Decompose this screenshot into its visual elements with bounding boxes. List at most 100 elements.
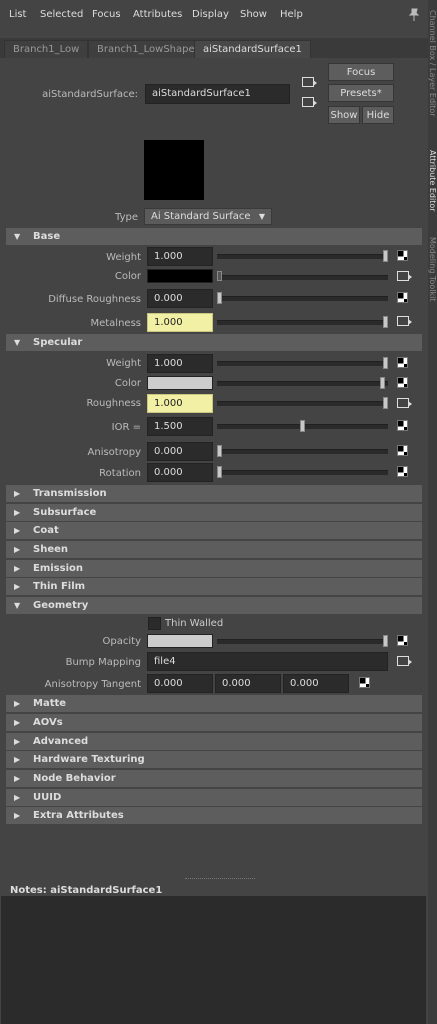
map-texture-icon[interactable] bbox=[397, 357, 408, 368]
map-texture-icon[interactable] bbox=[397, 466, 408, 477]
specular-roughness-field[interactable]: 1.000 bbox=[147, 394, 213, 413]
diffuse-roughness-slider-handle[interactable] bbox=[217, 292, 222, 304]
menu-selected[interactable]: Selected bbox=[40, 9, 83, 20]
menu-display[interactable]: Display bbox=[192, 9, 229, 20]
specular-weight-slider[interactable] bbox=[217, 361, 388, 366]
show-button[interactable]: Show bbox=[328, 106, 360, 124]
notes-textarea[interactable] bbox=[1, 896, 426, 1024]
anisotropy-field[interactable]: 0.000 bbox=[147, 442, 213, 461]
map-texture-icon[interactable] bbox=[397, 292, 408, 303]
hide-button[interactable]: Hide bbox=[362, 106, 394, 124]
pin-icon[interactable] bbox=[408, 8, 420, 22]
specular-weight-slider-handle[interactable] bbox=[383, 357, 388, 369]
specular-roughness-slider[interactable] bbox=[217, 401, 388, 406]
map-texture-icon[interactable] bbox=[397, 250, 408, 261]
anisotropy-tangent-z-field[interactable]: 0.000 bbox=[283, 674, 349, 693]
section-coat[interactable]: ▶ Coat bbox=[6, 522, 422, 539]
specular-roughness-label: Roughness bbox=[86, 398, 141, 409]
section-matte[interactable]: ▶ Matte bbox=[6, 695, 422, 712]
thin-walled-checkbox[interactable] bbox=[148, 617, 161, 630]
section-uuid[interactable]: ▶ UUID bbox=[6, 789, 422, 806]
metalness-slider[interactable] bbox=[217, 320, 388, 325]
base-weight-slider[interactable] bbox=[217, 254, 388, 259]
base-color-slider[interactable] bbox=[217, 275, 388, 280]
opacity-slider[interactable] bbox=[217, 639, 388, 644]
diffuse-roughness-field[interactable]: 0.000 bbox=[147, 289, 213, 308]
menu-bar: List Selected Focus Attributes Display S… bbox=[0, 0, 428, 32]
map-texture-icon[interactable] bbox=[397, 635, 408, 646]
presets-button[interactable]: Presets* bbox=[328, 84, 394, 102]
section-hardware-texturing[interactable]: ▶ Hardware Texturing bbox=[6, 751, 422, 768]
section-emission[interactable]: ▶ Emission bbox=[6, 560, 422, 577]
splitter-handle[interactable] bbox=[185, 878, 255, 879]
section-specular[interactable]: ▼ Specular bbox=[6, 334, 422, 351]
section-transmission[interactable]: ▶ Transmission bbox=[6, 485, 422, 502]
map-texture-icon[interactable] bbox=[397, 377, 408, 388]
menu-list[interactable]: List bbox=[9, 9, 26, 20]
section-node-behavior[interactable]: ▶ Node Behavior bbox=[6, 770, 422, 787]
ior-slider-handle[interactable] bbox=[300, 420, 305, 432]
base-weight-field[interactable]: 1.000 bbox=[147, 247, 213, 266]
base-color-swatch[interactable] bbox=[147, 269, 213, 283]
collapse-arrow-icon: ▼ bbox=[14, 601, 21, 610]
metalness-slider-handle[interactable] bbox=[383, 316, 388, 328]
specular-weight-field[interactable]: 1.000 bbox=[147, 354, 213, 373]
opacity-label: Opacity bbox=[102, 636, 141, 647]
metalness-field[interactable]: 1.000 bbox=[147, 313, 213, 332]
side-tab-attribute-editor[interactable]: Attribute Editor bbox=[428, 150, 437, 212]
input-connection-icon[interactable] bbox=[302, 77, 317, 87]
map-texture-icon[interactable] bbox=[359, 677, 370, 688]
map-connection-icon[interactable] bbox=[397, 656, 412, 666]
focus-button[interactable]: Focus bbox=[328, 63, 394, 81]
specular-color-swatch[interactable] bbox=[147, 376, 213, 390]
section-thin-film[interactable]: ▶ Thin Film bbox=[6, 578, 422, 595]
side-tab-modeling-toolkit[interactable]: Modeling Toolkit bbox=[428, 237, 437, 301]
tab-branch1-lowshape[interactable]: Branch1_LowShape bbox=[88, 40, 204, 58]
expand-arrow-icon: ▶ bbox=[14, 508, 21, 517]
map-connection-icon[interactable] bbox=[397, 398, 412, 408]
section-extra-attributes[interactable]: ▶ Extra Attributes bbox=[6, 807, 422, 824]
map-connection-icon[interactable] bbox=[397, 271, 412, 281]
section-base[interactable]: ▼ Base bbox=[6, 228, 422, 245]
tab-aistandardsurface1[interactable]: aiStandardSurface1 bbox=[194, 40, 311, 58]
anisotropy-slider[interactable] bbox=[217, 449, 388, 454]
section-sheen[interactable]: ▶ Sheen bbox=[6, 541, 422, 558]
thin-walled-label: Thin Walled bbox=[165, 618, 224, 629]
bump-mapping-field[interactable]: file4 bbox=[147, 652, 388, 671]
expand-arrow-icon: ▶ bbox=[14, 718, 21, 727]
diffuse-roughness-slider[interactable] bbox=[217, 296, 388, 301]
section-title: Geometry bbox=[33, 600, 89, 611]
base-weight-slider-handle[interactable] bbox=[383, 250, 388, 262]
map-texture-icon[interactable] bbox=[397, 420, 408, 431]
opacity-swatch[interactable] bbox=[147, 634, 213, 648]
rotation-slider-handle[interactable] bbox=[217, 466, 222, 478]
rotation-slider[interactable] bbox=[217, 470, 388, 475]
anisotropy-tangent-y-field[interactable]: 0.000 bbox=[215, 674, 281, 693]
base-color-slider-handle[interactable] bbox=[217, 271, 222, 281]
section-subsurface[interactable]: ▶ Subsurface bbox=[6, 504, 422, 521]
specular-roughness-slider-handle[interactable] bbox=[383, 397, 388, 409]
specular-color-slider[interactable] bbox=[217, 381, 388, 386]
anisotropy-slider-handle[interactable] bbox=[217, 445, 222, 457]
opacity-slider-handle[interactable] bbox=[383, 635, 388, 647]
map-texture-icon[interactable] bbox=[397, 445, 408, 456]
output-connection-icon[interactable] bbox=[302, 97, 317, 107]
section-geometry[interactable]: ▼ Geometry bbox=[6, 597, 422, 614]
rotation-field[interactable]: 0.000 bbox=[147, 463, 213, 482]
menu-help[interactable]: Help bbox=[280, 9, 303, 20]
type-dropdown[interactable]: Ai Standard Surface ▼ bbox=[144, 208, 272, 225]
ior-field[interactable]: 1.500 bbox=[147, 417, 213, 436]
menu-attributes[interactable]: Attributes bbox=[133, 9, 182, 20]
node-name-field[interactable]: aiStandardSurface1 bbox=[145, 84, 290, 104]
section-aovs[interactable]: ▶ AOVs bbox=[6, 714, 422, 731]
map-connection-icon[interactable] bbox=[397, 316, 412, 326]
side-tab-channel-box[interactable]: Channel Box / Layer Editor bbox=[428, 10, 437, 117]
menu-show[interactable]: Show bbox=[240, 9, 267, 20]
section-advanced[interactable]: ▶ Advanced bbox=[6, 733, 422, 750]
section-title: UUID bbox=[33, 792, 62, 803]
specular-color-slider-handle[interactable] bbox=[380, 377, 385, 389]
tab-branch1-low[interactable]: Branch1_Low bbox=[4, 40, 89, 58]
menu-focus[interactable]: Focus bbox=[92, 9, 121, 20]
anisotropy-tangent-x-field[interactable]: 0.000 bbox=[147, 674, 213, 693]
specular-color-label: Color bbox=[114, 378, 141, 389]
